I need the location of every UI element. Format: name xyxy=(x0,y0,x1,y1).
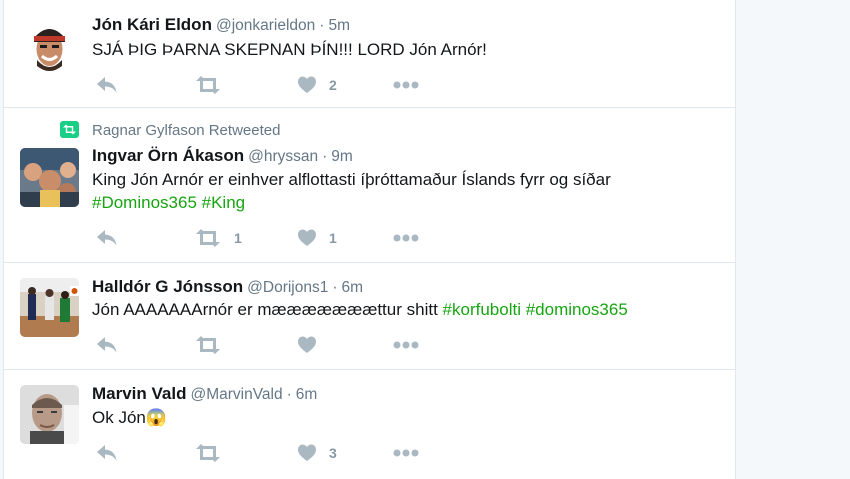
retweet-badge-icon xyxy=(60,121,79,138)
author-handle[interactable]: @hryssan xyxy=(248,148,318,165)
heart-icon xyxy=(298,336,316,353)
more-button[interactable] xyxy=(393,448,419,468)
author-name[interactable]: Jón Kári Eldon xyxy=(92,15,212,34)
like-button[interactable] xyxy=(297,443,317,463)
avatar[interactable] xyxy=(20,16,79,75)
author-handle[interactable]: @Dorijons1 xyxy=(247,279,328,296)
like-button[interactable] xyxy=(297,75,317,95)
avatar[interactable] xyxy=(20,278,79,337)
avatar[interactable] xyxy=(20,385,79,444)
like-count: 2 xyxy=(329,77,337,93)
tweet-actions: 1 1 xyxy=(92,228,452,248)
reply-button[interactable] xyxy=(96,228,118,248)
retweet-icon xyxy=(196,76,220,94)
more-icon xyxy=(393,234,419,242)
author-name[interactable]: Ingvar Örn Ákason xyxy=(92,146,244,165)
timestamp[interactable]: 5m xyxy=(328,17,350,34)
author-name[interactable]: Marvin Vald xyxy=(92,384,186,403)
retweet-count: 1 xyxy=(234,230,242,246)
more-icon xyxy=(393,81,419,89)
separator: · xyxy=(322,148,328,165)
tweet-text: SJÁ ÞIG ÞARNA SKEPNAN ÞÍN!!! LORD Jón Ar… xyxy=(92,38,712,61)
reply-button[interactable] xyxy=(96,443,118,463)
timestamp[interactable]: 6m xyxy=(342,279,364,296)
retweet-button[interactable] xyxy=(195,443,221,463)
tweet-header: Marvin Vald @MarvinVald · 6m xyxy=(92,384,317,404)
author-name[interactable]: Halldór G Jónsson xyxy=(92,277,243,296)
like-button[interactable] xyxy=(297,335,317,355)
heart-icon xyxy=(298,76,316,93)
tweet-body: Jón AAAAAAArnór er mææææææættur shitt xyxy=(92,300,438,319)
timeline-stream: Jón Kári Eldon @jonkarieldon · 5m SJÁ ÞIG Þ… xyxy=(3,0,736,479)
retweet-icon xyxy=(196,229,220,247)
separator: · xyxy=(319,17,325,34)
like-count: 3 xyxy=(329,445,337,461)
heart-icon xyxy=(298,229,316,246)
tweet-item[interactable]: Jón Kári Eldon @jonkarieldon · 5m SJÁ ÞIG Þ… xyxy=(4,0,735,108)
more-button[interactable] xyxy=(393,80,419,100)
tweet-body: Ok Jón😱 xyxy=(92,408,168,427)
reply-icon xyxy=(97,337,117,353)
separator: · xyxy=(286,386,292,403)
heart-icon xyxy=(298,444,316,461)
author-handle[interactable]: @jonkarieldon xyxy=(216,17,315,34)
retweet-button[interactable] xyxy=(195,335,221,355)
timestamp[interactable]: 6m xyxy=(296,386,318,403)
retweeted-by[interactable]: Ragnar Gylfason Retweeted xyxy=(92,122,280,139)
more-button[interactable] xyxy=(393,340,419,360)
author-handle[interactable]: @MarvinVald xyxy=(190,386,282,403)
tweet-item[interactable]: Halldór G Jónsson @Dorijons1 · 6m Jón AAAAA… xyxy=(4,263,735,370)
avatar[interactable] xyxy=(20,148,79,207)
separator: · xyxy=(332,279,338,296)
timestamp[interactable]: 9m xyxy=(331,148,353,165)
tweet-item[interactable]: Ragnar Gylfason Retweeted Ingvar Örn Áka… xyxy=(4,108,735,263)
tweet-actions xyxy=(92,335,452,355)
tweet-text: King Jón Arnór er einhver alflottasti íþ… xyxy=(92,168,712,214)
reply-button[interactable] xyxy=(96,335,118,355)
reply-icon xyxy=(97,230,117,246)
retweet-icon xyxy=(196,444,220,462)
more-icon xyxy=(393,341,419,349)
tweet-item[interactable]: Marvin Vald @MarvinVald · 6m Ok Jón😱 3 xyxy=(4,370,735,479)
more-button[interactable] xyxy=(393,233,419,253)
retweet-button[interactable] xyxy=(195,75,221,95)
tweet-text: Jón AAAAAAArnór er mææææææættur shitt #k… xyxy=(92,298,712,321)
tweet-actions: 2 xyxy=(92,75,452,95)
retweet-icon xyxy=(196,336,220,354)
tweet-header: Halldór G Jónsson @Dorijons1 · 6m xyxy=(92,277,363,297)
hashtag-link[interactable]: #dominos365 xyxy=(526,300,628,319)
hashtag-link[interactable]: #King xyxy=(202,193,245,212)
tweet-body: King Jón Arnór er einhver alflottasti íþ… xyxy=(92,170,611,189)
reply-icon xyxy=(97,445,117,461)
tweet-actions: 3 xyxy=(92,443,452,463)
more-icon xyxy=(393,449,419,457)
reply-icon xyxy=(97,77,117,93)
like-button[interactable] xyxy=(297,228,317,248)
tweet-body: SJÁ ÞIG ÞARNA SKEPNAN ÞÍN!!! LORD Jón Ar… xyxy=(92,40,487,59)
tweet-text: Ok Jón😱 xyxy=(92,406,712,429)
hashtag-link[interactable]: #Dominos365 xyxy=(92,193,197,212)
tweet-header: Jón Kári Eldon @jonkarieldon · 5m xyxy=(92,15,350,35)
like-count: 1 xyxy=(329,230,337,246)
reply-button[interactable] xyxy=(96,75,118,95)
hashtag-link[interactable]: #korfubolti xyxy=(443,300,521,319)
retweet-button[interactable] xyxy=(195,228,221,248)
tweet-header: Ingvar Örn Ákason @hryssan · 9m xyxy=(92,146,353,166)
